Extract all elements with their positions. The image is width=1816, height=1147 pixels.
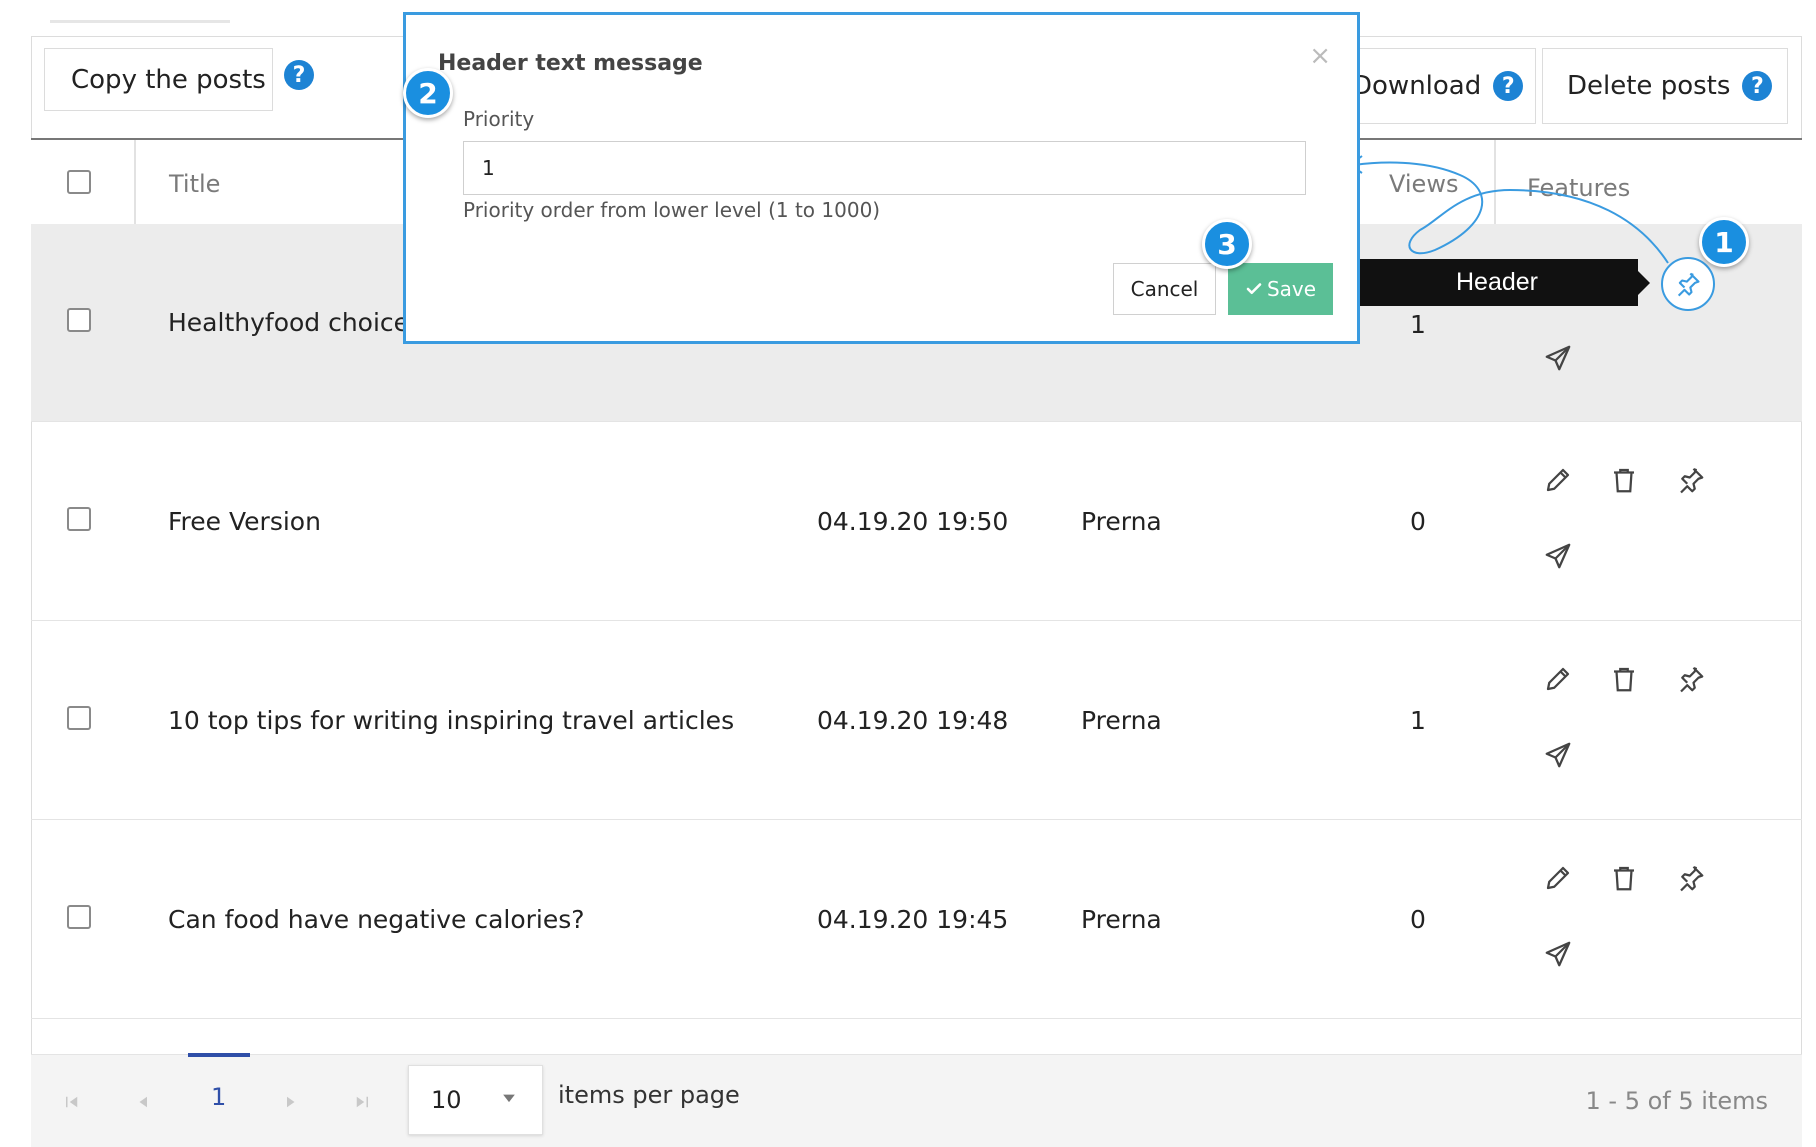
priority-input[interactable] [463,141,1306,195]
post-title[interactable]: 10 top tips for writing inspiring travel… [168,706,734,735]
paper-plane-icon[interactable] [1543,541,1573,571]
post-views: 0 [1410,905,1426,934]
delete-posts-button[interactable]: Delete posts ? [1542,48,1788,124]
page-number-current[interactable]: 1 [211,1083,226,1111]
chevron-down-icon [499,1088,519,1112]
dialog-title: Header text message [438,51,703,76]
save-button[interactable]: Save [1228,263,1333,315]
row-checkbox[interactable] [67,308,91,332]
step-badge-3: 3 [1202,219,1252,269]
row-checkbox[interactable] [67,905,91,929]
pager-summary: 1 - 5 of 5 items [1585,1087,1768,1115]
delete-posts-help-icon[interactable]: ? [1742,71,1773,101]
select-all-checkbox[interactable] [67,170,91,194]
prev-page-icon[interactable] [135,1093,153,1111]
table-row[interactable]: Can food have negative calories? 04.19.2… [31,821,1802,1019]
post-author: Prerna [1081,905,1162,934]
cancel-button[interactable]: Cancel [1113,263,1216,315]
trash-icon[interactable] [1609,863,1639,893]
post-author: Prerna [1081,706,1162,735]
pin-icon[interactable] [1676,664,1706,694]
copy-posts-help-icon[interactable]: ? [284,60,314,90]
post-views: 0 [1410,507,1426,536]
annotation-arrow [1348,155,1669,264]
priority-help-text: Priority order from lower level (1 to 10… [463,198,881,222]
row-checkbox[interactable] [67,706,91,730]
pin-icon[interactable] [1676,465,1706,495]
post-date: 04.19.20 19:48 [817,706,1009,735]
check-icon [1245,280,1263,298]
download-label: Download [1352,71,1482,101]
current-page-indicator [188,1053,250,1057]
column-separator [134,140,136,224]
table-row[interactable]: 10 top tips for writing inspiring travel… [31,622,1802,820]
step-badge-2: 2 [403,68,453,118]
table-row[interactable]: Free Version 04.19.20 19:50 Prerna 0 [31,423,1802,621]
post-date: 04.19.20 19:50 [817,507,1009,536]
trash-icon[interactable] [1609,664,1639,694]
priority-label: Priority [463,107,535,131]
delete-posts-label: Delete posts [1567,71,1731,101]
post-title[interactable]: Healthyfood choices [168,308,422,337]
post-title[interactable]: Can food have negative calories? [168,905,585,934]
table-footer: 1 10 items per page 1 - 5 of 5 items [31,1053,1802,1147]
copy-posts-button[interactable]: Copy the posts [44,48,273,111]
paper-plane-icon[interactable] [1543,343,1573,373]
next-page-icon[interactable] [281,1093,299,1111]
paper-plane-icon[interactable] [1543,740,1573,770]
copy-posts-label: Copy the posts [71,64,266,95]
pencil-icon[interactable] [1543,664,1573,694]
post-date: 04.19.20 19:45 [817,905,1009,934]
save-label: Save [1266,277,1317,301]
last-page-icon[interactable] [353,1093,371,1111]
row-checkbox[interactable] [67,507,91,531]
download-button[interactable]: Download ? [1340,48,1536,124]
pencil-icon[interactable] [1543,465,1573,495]
close-icon[interactable]: × [1309,41,1331,71]
first-page-icon[interactable] [63,1093,81,1111]
trash-icon[interactable] [1609,465,1639,495]
items-per-page-label: items per page [558,1081,740,1109]
page-size-value: 10 [431,1086,462,1114]
pencil-icon[interactable] [1543,863,1573,893]
download-help-icon[interactable]: ? [1493,71,1524,101]
step-badge-1: 1 [1699,217,1749,267]
cancel-label: Cancel [1130,277,1199,301]
column-header-title[interactable]: Title [169,170,220,198]
post-author: Prerna [1081,507,1162,536]
post-title[interactable]: Free Version [168,507,321,536]
page-size-select[interactable]: 10 [408,1065,543,1135]
post-views: 1 [1410,310,1426,339]
post-views: 1 [1410,706,1426,735]
top-edge-remnant [50,20,230,23]
header-text-message-dialog: Header text message × Priority Priority … [403,12,1360,344]
paper-plane-icon[interactable] [1543,939,1573,969]
pin-icon[interactable] [1676,863,1706,893]
